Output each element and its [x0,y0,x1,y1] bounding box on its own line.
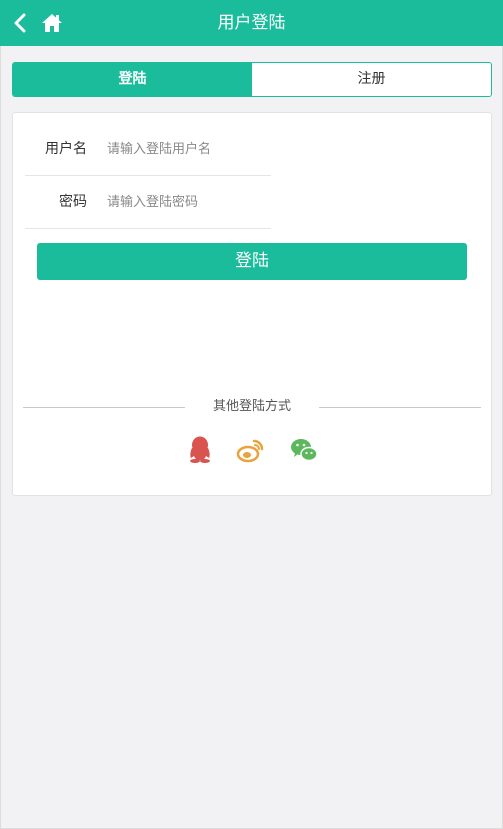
tab-register[interactable]: 注册 [252,63,491,96]
password-label: 密码 [59,194,87,210]
wechat-icon[interactable] [289,435,319,465]
chevron-left-icon[interactable] [10,11,32,35]
qq-icon[interactable] [185,435,215,465]
username-input[interactable] [107,137,267,161]
weibo-icon[interactable] [236,435,266,465]
username-row: 用户名 [25,123,271,176]
tab-login[interactable]: 登陆 [13,63,252,96]
login-card: 用户名 密码 登陆 其他登陆方式 [12,112,492,496]
password-row: 密码 [25,176,271,229]
password-input[interactable] [107,190,267,214]
home-icon[interactable] [40,11,64,35]
top-bar: 用户登陆 [0,0,503,46]
username-label: 用户名 [45,141,87,157]
page-title: 用户登陆 [217,13,286,33]
auth-tabs: 登陆 注册 [12,62,492,97]
divider-right [319,407,481,408]
login-button[interactable]: 登陆 [37,243,467,280]
divider-left [23,407,185,408]
other-login-label: 其他登陆方式 [212,399,291,414]
